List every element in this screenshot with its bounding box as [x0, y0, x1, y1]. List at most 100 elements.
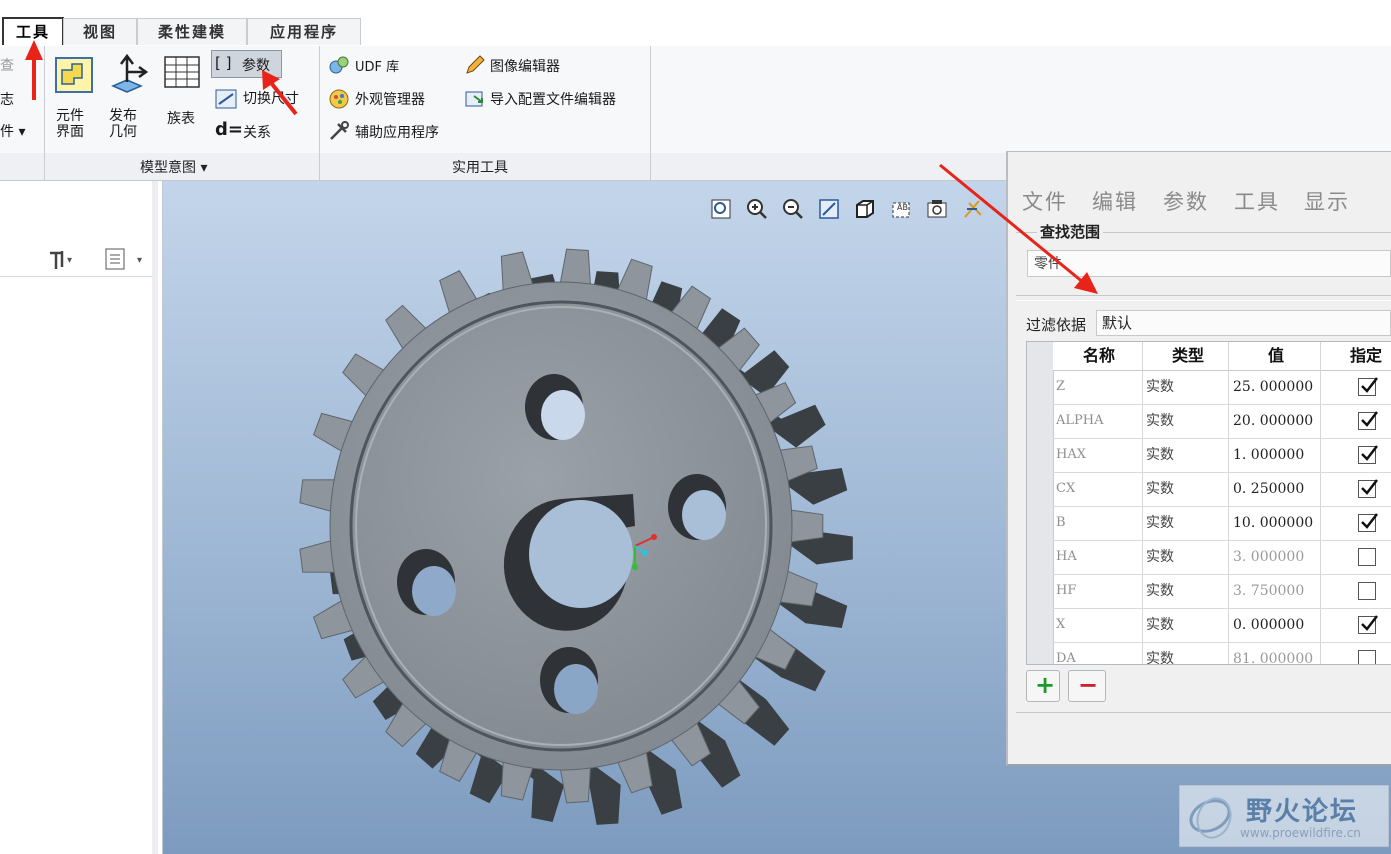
add-parameter-button[interactable]: +	[1026, 670, 1060, 702]
filter-select[interactable]: 默认	[1096, 310, 1391, 336]
column-header-value[interactable]: 值	[1231, 342, 1321, 370]
auxiliary-apps-button[interactable]: 辅助应用程序	[328, 119, 468, 145]
designate-checkbox[interactable]	[1358, 377, 1378, 396]
check-icon	[1361, 615, 1378, 631]
param-value-cell[interactable]: 3. 000000	[1233, 540, 1304, 574]
check-icon	[1361, 479, 1378, 495]
image-editor-button[interactable]: 图像编辑器	[464, 53, 584, 79]
param-type-cell[interactable]: 实数	[1146, 472, 1174, 506]
relations-button[interactable]: d= 关系	[215, 119, 295, 145]
refit-icon[interactable]	[706, 194, 736, 224]
tab-view[interactable]: 视图	[63, 18, 137, 45]
param-value-cell[interactable]: 20. 000000	[1233, 404, 1313, 438]
designate-checkbox[interactable]	[1358, 548, 1376, 566]
param-value-cell[interactable]: 0. 000000	[1233, 608, 1304, 642]
gear-hole-through	[682, 490, 726, 540]
udf-library-icon	[329, 56, 349, 74]
param-name-cell[interactable]: DA	[1056, 642, 1076, 664]
param-name-cell[interactable]: X	[1056, 608, 1065, 642]
tab-tools[interactable]: 工具	[2, 17, 64, 45]
param-type-cell[interactable]: 实数	[1146, 404, 1174, 438]
param-value-cell[interactable]: 81. 000000	[1233, 642, 1313, 664]
switch-dimensions-button[interactable]: 切换尺寸	[215, 86, 315, 112]
column-header-designate[interactable]: 指定	[1321, 342, 1391, 370]
table-row[interactable]: Z 实数 25. 000000	[1053, 370, 1391, 405]
table-row[interactable]: ALPHA 实数 20. 000000	[1053, 404, 1391, 439]
model-tree-panel	[0, 181, 163, 854]
param-type-cell[interactable]: 实数	[1146, 608, 1174, 642]
tab-flexible-modeling[interactable]: 柔性建模	[137, 18, 247, 45]
import-config-editor-button[interactable]: 导入配置文件编辑器	[464, 86, 644, 112]
param-value-cell[interactable]: 3. 750000	[1233, 574, 1304, 608]
menu-tools[interactable]: 工具	[1234, 186, 1280, 216]
udf-library-button[interactable]: UDF 库	[328, 53, 428, 79]
minus-icon: −	[1078, 671, 1099, 699]
component-interface-button[interactable]: 元件 界面	[52, 52, 98, 147]
partial-ribbon-item[interactable]: 查	[0, 55, 14, 75]
datum-display-icon[interactable]	[958, 194, 988, 224]
param-name-cell[interactable]: HF	[1056, 574, 1076, 608]
param-type-cell[interactable]: 实数	[1146, 540, 1174, 574]
param-value-cell[interactable]: 25. 000000	[1233, 370, 1313, 404]
designate-checkbox[interactable]	[1358, 479, 1378, 498]
param-name-cell[interactable]: Z	[1056, 370, 1065, 404]
saved-orientations-icon[interactable]: AB	[886, 194, 916, 224]
param-type-cell[interactable]: 实数	[1146, 574, 1174, 608]
parameters-button[interactable]: [ ] 参数	[211, 50, 282, 78]
column-header-type[interactable]: 类型	[1145, 342, 1231, 370]
appearance-manager-button[interactable]: 外观管理器	[328, 86, 448, 112]
table-row[interactable]: B 实数 10. 000000	[1053, 506, 1391, 541]
menu-display[interactable]: 显示	[1304, 186, 1350, 216]
remove-parameter-button[interactable]: −	[1068, 670, 1106, 702]
partial-ribbon-item[interactable]: 志	[0, 89, 14, 109]
designate-checkbox[interactable]	[1358, 650, 1376, 664]
table-row[interactable]: HAX 实数 1. 000000	[1053, 438, 1391, 473]
designate-checkbox[interactable]	[1358, 513, 1378, 532]
table-row[interactable]: HA 实数 3. 000000	[1053, 540, 1391, 575]
designate-checkbox[interactable]	[1358, 615, 1378, 634]
param-value-cell[interactable]: 10. 000000	[1233, 506, 1313, 540]
switch-dimensions-label: 切换尺寸	[243, 91, 299, 107]
table-row[interactable]: DA 实数 81. 000000	[1053, 642, 1391, 664]
appearance-manager-icon	[329, 89, 349, 109]
param-name-cell[interactable]: B	[1056, 506, 1066, 540]
table-row[interactable]: X 实数 0. 000000	[1053, 608, 1391, 643]
model-intent-group-label[interactable]: 模型意图 ▾	[140, 157, 207, 177]
model-tree-toolbar: ▾ ▾	[0, 240, 155, 277]
designate-checkbox[interactable]	[1358, 411, 1378, 430]
menu-parameters[interactable]: 参数	[1163, 186, 1209, 216]
param-name-cell[interactable]: HA	[1056, 540, 1077, 574]
scope-select[interactable]: 零件	[1027, 250, 1391, 277]
tree-filter-icon[interactable]: ▾	[104, 247, 144, 271]
param-value-cell[interactable]: 1. 000000	[1233, 438, 1304, 472]
zoom-in-icon[interactable]	[742, 194, 772, 224]
param-name-cell[interactable]: ALPHA	[1056, 404, 1104, 438]
menu-file[interactable]: 文件	[1022, 186, 1068, 216]
repaint-icon[interactable]	[814, 194, 844, 224]
param-type-cell[interactable]: 实数	[1146, 438, 1174, 472]
view-manager-icon[interactable]	[922, 194, 952, 224]
param-type-cell[interactable]: 实数	[1146, 642, 1174, 664]
zoom-out-icon[interactable]	[778, 194, 808, 224]
param-value-cell[interactable]: 0. 250000	[1233, 472, 1304, 506]
param-type-cell[interactable]: 实数	[1146, 506, 1174, 540]
import-config-editor-label: 导入配置文件编辑器	[490, 92, 616, 108]
partial-ribbon-item[interactable]: 件 ▾	[0, 121, 25, 141]
menu-edit[interactable]: 编辑	[1092, 186, 1138, 216]
designate-checkbox[interactable]	[1358, 582, 1376, 600]
param-type-cell[interactable]: 实数	[1146, 370, 1174, 404]
display-style-icon[interactable]	[850, 194, 880, 224]
table-row[interactable]: CX 实数 0. 250000	[1053, 472, 1391, 507]
param-name-cell[interactable]: CX	[1056, 472, 1075, 506]
designate-checkbox[interactable]	[1358, 445, 1378, 464]
column-header-name[interactable]: 名称	[1053, 342, 1145, 370]
model-tree-scrollbar[interactable]	[152, 181, 158, 854]
publish-geometry-button[interactable]: 发布 几何	[105, 52, 153, 147]
family-table-button[interactable]: 族表	[162, 52, 204, 147]
tab-applications[interactable]: 应用程序	[247, 18, 361, 45]
ribbon	[0, 46, 1391, 154]
table-row[interactable]: HF 实数 3. 750000	[1053, 574, 1391, 609]
param-name-cell[interactable]: HAX	[1056, 438, 1086, 472]
import-config-icon	[465, 91, 483, 107]
tree-settings-icon[interactable]: ▾	[46, 247, 76, 271]
